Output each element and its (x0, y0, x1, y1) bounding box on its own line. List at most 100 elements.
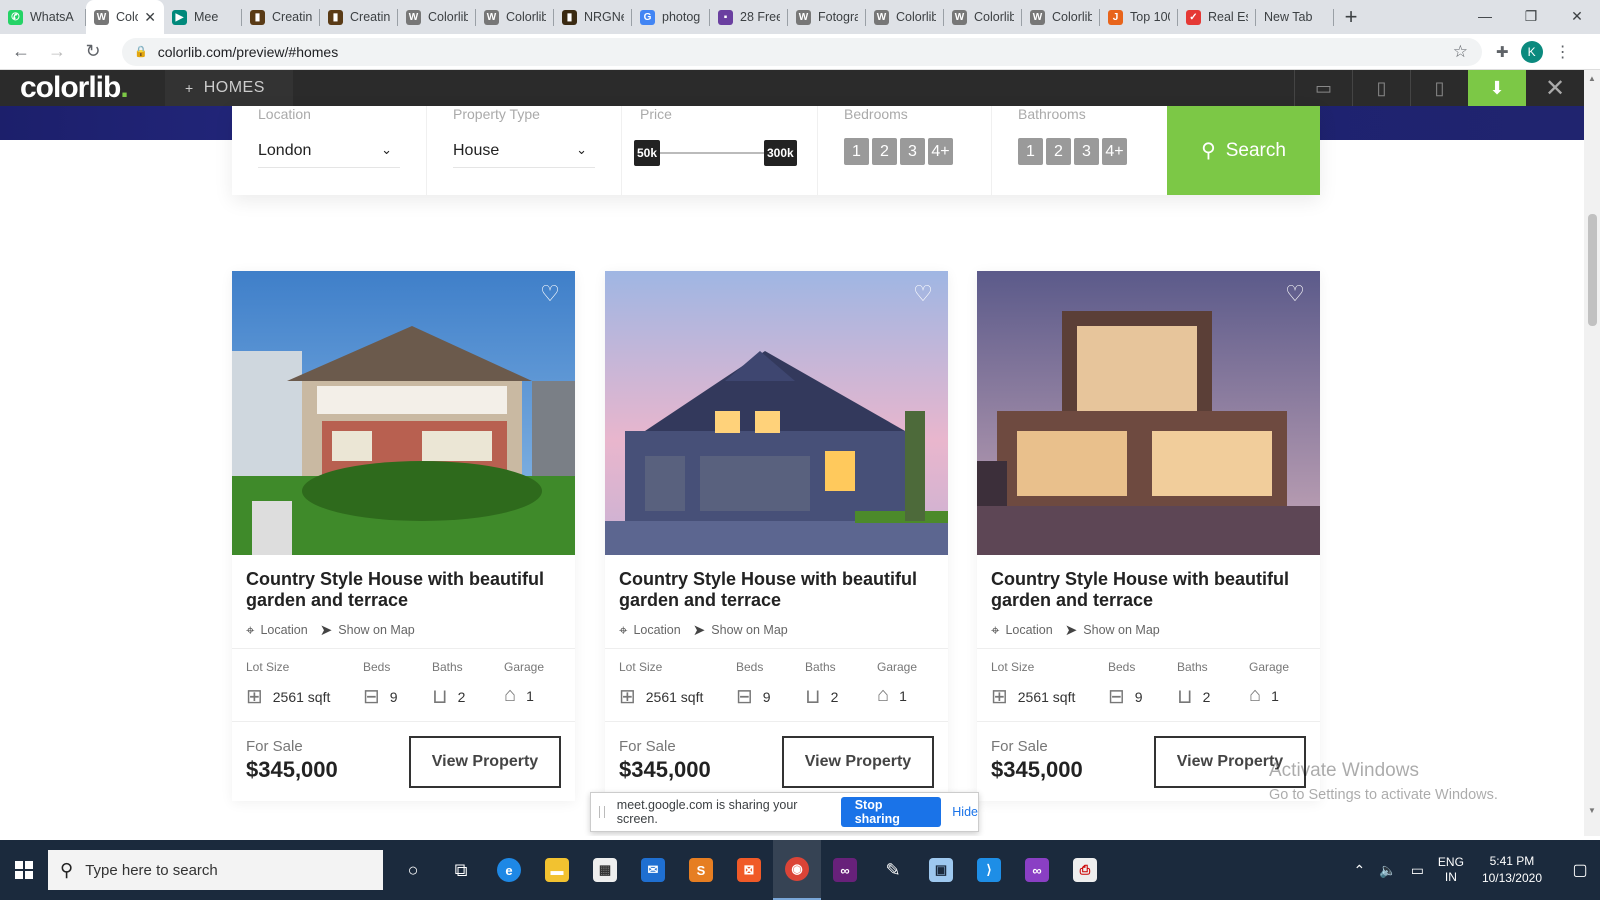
browser-tab[interactable]: ✓ Real Est (1178, 0, 1256, 34)
price-min-handle[interactable]: 50k (634, 140, 661, 166)
drag-handle[interactable] (599, 806, 605, 818)
bedrooms-option-2[interactable]: 2 (872, 138, 897, 165)
back-button[interactable]: ← (6, 37, 36, 67)
browser-tab[interactable]: Gphotog (632, 0, 710, 34)
browser-tab[interactable]: ▶ Mee (164, 0, 242, 34)
browser-tab[interactable]: J Top 100 (1100, 0, 1178, 34)
file-explorer-icon[interactable]: ▬ (533, 840, 581, 900)
show-on-map-link[interactable]: Show on Map (338, 623, 414, 637)
view-property-button[interactable]: View Property (409, 736, 561, 788)
chrome-icon[interactable]: ◉ (773, 840, 821, 900)
browser-tab[interactable]: ▮ Creatin (320, 0, 398, 34)
browser-tab[interactable]: W Colo ✕ (86, 0, 164, 34)
price-max-handle[interactable]: 300k (764, 140, 797, 166)
show-on-map-link[interactable]: Show on Map (711, 623, 787, 637)
sublime-icon[interactable]: S (677, 840, 725, 900)
bedrooms-option-3[interactable]: 3 (900, 138, 925, 165)
address-bar[interactable]: 🔒 colorlib.com/preview/#homes ☆ (122, 37, 1482, 66)
property-type-field[interactable]: Property Type House ⌄ (427, 106, 622, 195)
property-image[interactable]: ♡ (232, 271, 575, 555)
browser-tab[interactable]: ✆ WhatsA (0, 0, 86, 34)
close-preview-icon[interactable]: ✕ (1526, 70, 1584, 106)
browser-tab[interactable]: ▮ NRGNe (554, 0, 632, 34)
app-icon[interactable]: ⊠ (725, 840, 773, 900)
bathrooms-option-3[interactable]: 3 (1074, 138, 1099, 165)
homes-menu[interactable]: + HOMES (165, 70, 293, 106)
visual-studio-icon[interactable]: ∞ (821, 840, 869, 900)
browser-tab[interactable]: ▪ 28 Free (710, 0, 788, 34)
virtualbox-icon[interactable]: ▣ (917, 840, 965, 900)
edge-icon[interactable]: e (485, 840, 533, 900)
scrollbar-thumb[interactable] (1588, 214, 1597, 326)
inkscape-icon[interactable]: ✎ (869, 840, 917, 900)
browser-tab[interactable]: W Colorlib (476, 0, 554, 34)
lot-size-stat: Lot Size ⊞ 2561 sqft (246, 660, 331, 708)
location-link[interactable]: Location (1005, 623, 1052, 637)
language-indicator[interactable]: ENG IN (1438, 855, 1464, 885)
chrome-menu-icon[interactable]: ⋮ (1555, 42, 1571, 62)
minimize-button[interactable]: — (1462, 0, 1508, 32)
store-icon[interactable]: ▦ (581, 840, 629, 900)
network-icon[interactable]: ▭ (1411, 862, 1424, 879)
reload-button[interactable]: ↻ (78, 37, 108, 67)
forward-button[interactable]: → (42, 37, 72, 67)
task-view-icon[interactable]: ⧉ (437, 840, 485, 900)
new-tab-button[interactable]: + (1334, 0, 1368, 34)
browser-tab[interactable]: W Colorlib (398, 0, 476, 34)
page-scrollbar[interactable]: ▲ ▼ (1584, 70, 1600, 836)
browser-tab[interactable]: W Fotogra (788, 0, 866, 34)
tab-close-icon[interactable]: ✕ (144, 9, 156, 26)
location-link[interactable]: Location (260, 623, 307, 637)
favorite-heart-icon[interactable]: ♡ (1284, 283, 1306, 305)
start-button[interactable] (0, 840, 48, 900)
property-title[interactable]: Country Style House with beautiful garde… (991, 569, 1301, 611)
mobile-view-icon[interactable]: ▯ (1410, 70, 1468, 106)
browser-tab[interactable]: W Colorlib (866, 0, 944, 34)
tray-chevron-up-icon[interactable]: ⌃ (1354, 862, 1366, 879)
close-window-button[interactable]: ✕ (1554, 0, 1600, 32)
scroll-down-arrow-icon[interactable]: ▼ (1588, 806, 1596, 815)
colorlib-logo[interactable]: colorlib. (0, 70, 165, 106)
hide-button[interactable]: Hide (952, 805, 978, 819)
property-title[interactable]: Country Style House with beautiful garde… (246, 569, 556, 611)
show-on-map-link[interactable]: Show on Map (1083, 623, 1159, 637)
bathrooms-option-1[interactable]: 1 (1018, 138, 1043, 165)
browser-tab[interactable]: New Tab (1256, 0, 1334, 34)
property-type-select[interactable]: House ⌄ (453, 142, 595, 168)
bathrooms-option-4plus[interactable]: 4+ (1102, 138, 1127, 165)
restore-button[interactable]: ❐ (1508, 0, 1554, 32)
scroll-up-arrow-icon[interactable]: ▲ (1588, 74, 1596, 83)
property-image[interactable]: ♡ (605, 271, 948, 555)
favorite-heart-icon[interactable]: ♡ (912, 283, 934, 305)
location-link[interactable]: Location (633, 623, 680, 637)
taskbar-clock[interactable]: 5:41 PM 10/13/2020 (1482, 853, 1542, 887)
favorite-heart-icon[interactable]: ♡ (539, 283, 561, 305)
volume-icon[interactable]: 🔈 (1379, 862, 1396, 879)
location-select[interactable]: London ⌄ (258, 142, 400, 168)
browser-tab[interactable]: W Colorlib (944, 0, 1022, 34)
tablet-view-icon[interactable]: ▯ (1352, 70, 1410, 106)
browser-tab[interactable]: ▮ Creatin (242, 0, 320, 34)
property-title[interactable]: Country Style House with beautiful garde… (619, 569, 929, 611)
property-image[interactable]: ♡ (977, 271, 1320, 555)
cortana-icon[interactable]: ○ (389, 840, 437, 900)
browser-tab[interactable]: W Colorlib (1022, 0, 1100, 34)
bookmark-star-icon[interactable]: ☆ (1453, 42, 1468, 62)
stop-sharing-button[interactable]: Stop sharing (840, 797, 942, 827)
bathrooms-option-2[interactable]: 2 (1046, 138, 1071, 165)
profile-avatar[interactable]: K (1520, 40, 1543, 63)
desktop-view-icon[interactable]: ▭ (1294, 70, 1352, 106)
vscode-icon[interactable]: ⟩ (965, 840, 1013, 900)
download-icon[interactable]: ⬇ (1468, 70, 1526, 106)
extensions-icon[interactable]: ✚ (1496, 43, 1509, 61)
view-property-button[interactable]: View Property (782, 736, 934, 788)
acrobat-icon[interactable]: ⎙ (1061, 840, 1109, 900)
visual-studio-2-icon[interactable]: ∞ (1013, 840, 1061, 900)
bedrooms-option-1[interactable]: 1 (844, 138, 869, 165)
taskbar-search[interactable]: ⚲ Type here to search (48, 850, 383, 890)
notification-icon[interactable]: ▢ (1560, 860, 1600, 880)
location-field[interactable]: Location London ⌄ (232, 106, 427, 195)
mail-icon[interactable]: ✉ (629, 840, 677, 900)
search-button[interactable]: ⚲ Search (1167, 106, 1320, 195)
bedrooms-option-4plus[interactable]: 4+ (928, 138, 953, 165)
